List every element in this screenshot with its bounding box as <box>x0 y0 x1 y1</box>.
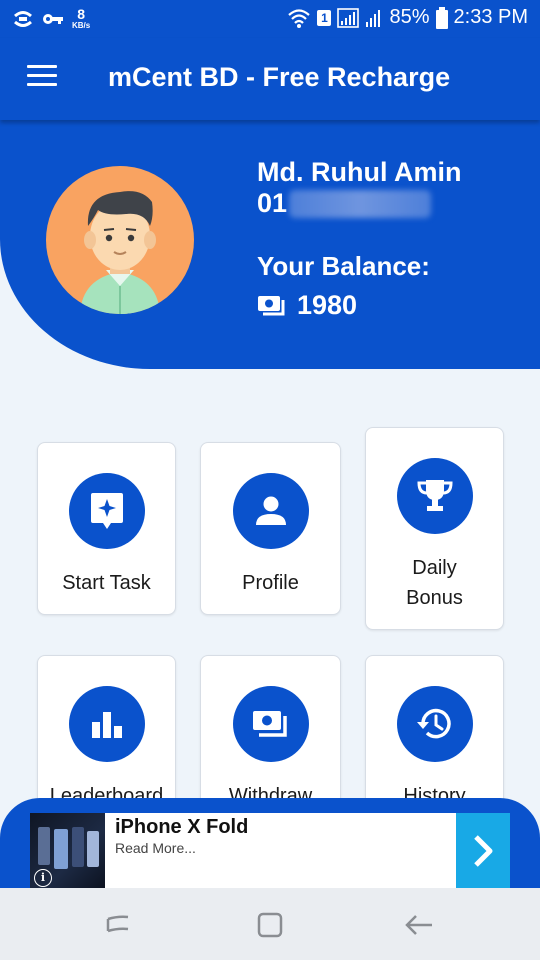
balance-label: Your Balance: <box>257 251 430 281</box>
phone-number-redacted <box>289 189 432 218</box>
system-nav-bar <box>0 888 540 960</box>
phone-prefix: 01 <box>257 188 288 218</box>
battery-icon <box>435 6 448 29</box>
profile-header: Md. Ruhul Amin 01 Your Balance: 1980 <box>0 120 540 369</box>
key-icon <box>43 14 63 24</box>
home-icon[interactable] <box>252 910 288 940</box>
history-icon <box>396 686 473 762</box>
tile-label-profile: Profile <box>242 572 299 594</box>
user-avatar-illustration <box>80 191 160 314</box>
task-star-icon <box>68 473 145 549</box>
wifi-icon <box>288 8 311 28</box>
money-icon <box>232 686 309 762</box>
balance-value: 1980 <box>297 290 358 320</box>
sync-icon <box>14 11 32 27</box>
ad-chevron-right-icon[interactable] <box>456 813 510 888</box>
ad-title: iPhone X Fold <box>115 816 249 838</box>
balance-row: 1980 <box>257 290 357 321</box>
hamburger-menu-icon[interactable] <box>27 65 57 89</box>
tile-label-start-task: Start Task <box>62 572 151 594</box>
avatar <box>46 166 194 314</box>
user-phone: 01 <box>257 188 432 219</box>
ad-banner[interactable]: i iPhone X Fold Read More... <box>30 813 510 888</box>
clock: 2:33 PM <box>453 6 528 28</box>
person-icon <box>232 473 309 549</box>
info-icon[interactable]: i <box>34 869 52 887</box>
status-left: 8 KB/s <box>12 6 91 30</box>
money-icon <box>258 295 285 315</box>
trophy-icon <box>396 458 473 534</box>
ad-container: i iPhone X Fold Read More... <box>0 798 540 888</box>
user-name: Md. Ruhul Amin <box>257 157 462 187</box>
signal-bars-icon <box>366 9 381 27</box>
network-speed: 8 KB/s <box>72 6 91 30</box>
back-icon[interactable] <box>402 910 438 940</box>
profile-tile[interactable]: Profile <box>200 442 341 615</box>
ad-image: i <box>30 813 105 888</box>
ad-subtitle: Read More... <box>115 840 196 856</box>
sim-badge: 1 <box>317 9 332 26</box>
tile-label-daily-bonus: Daily Bonus <box>406 557 463 609</box>
app-bar: mCent BD - Free Recharge <box>0 38 540 120</box>
bar-chart-icon <box>68 686 145 762</box>
daily-bonus-tile[interactable]: Daily Bonus <box>365 427 504 630</box>
status-bar: 8 KB/s 1 85% 2:33 PM <box>0 0 540 38</box>
recent-apps-icon[interactable] <box>100 910 136 940</box>
signal-icon <box>337 7 360 28</box>
status-right: 1 85% 2:33 PM <box>287 6 528 29</box>
battery-percent: 85% <box>389 6 430 28</box>
app-title: mCent BD - Free Recharge <box>108 62 451 92</box>
start-task-tile[interactable]: Start Task <box>37 442 176 615</box>
